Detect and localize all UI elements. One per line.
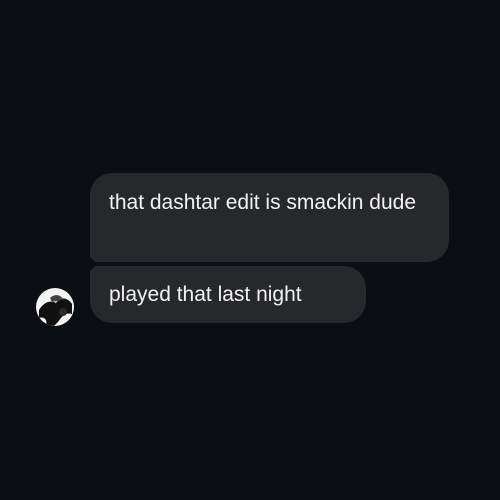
message-thread: that dashtar edit is smackin dude played… xyxy=(0,0,500,500)
sender-avatar[interactable] xyxy=(36,288,74,326)
message-text: that dashtar edit is smackin dude xyxy=(109,191,417,214)
message-bubble[interactable]: played that last night xyxy=(90,266,366,323)
message-text: played that last night xyxy=(109,283,302,306)
message-bubble[interactable]: that dashtar edit is smackin dude xyxy=(90,173,449,262)
profile-photo-avatar-icon xyxy=(36,288,74,326)
